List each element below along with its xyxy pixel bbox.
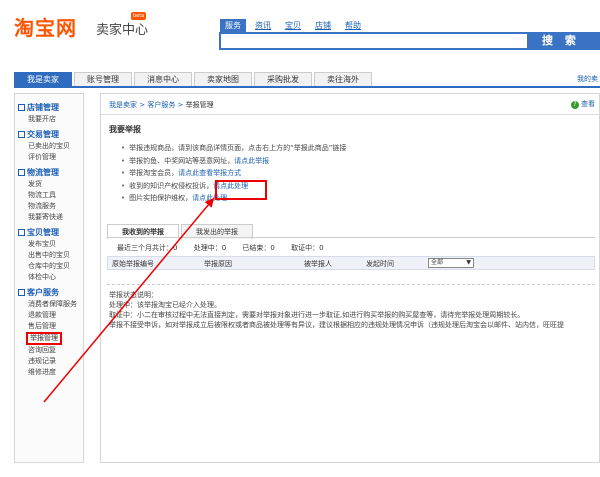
taobao-logo[interactable]: 淘宝网 [14,12,77,41]
help-link[interactable]: ? 查看 [571,99,595,109]
report-stats: 最近三个月共计：0 处理中：0 已结束：0 取证中：0 [117,243,338,253]
bullet-member: 举报淘宝会员，请点此查看举报方式 [121,167,346,180]
table-header: 原始举报编号 举报原因 被举报人 发起时间 全部 ▼ [107,256,595,270]
search-input[interactable] [219,32,529,50]
sidebar-item-reviews[interactable]: 评价管理 [18,152,83,163]
divider [107,284,595,285]
nav-seller-map[interactable]: 卖家地图 [194,72,252,86]
sidebar-item-repair[interactable]: 维修进度 [18,367,83,378]
help-icon: ? [571,101,579,109]
bullet-item-report: 举报违规商品，请到该商品详情页面，点击右上方的“举报此商品”链接 [121,142,346,155]
search-tab-news[interactable]: 资讯 [250,19,276,32]
group-label: 物流管理 [27,168,59,177]
sidebar-item-publish[interactable]: 发布宝贝 [18,239,83,250]
col-report-id: 原始举报编号 [112,260,154,268]
sidebar: 店铺管理 我要开店 交易管理 已卖出的宝贝 评价管理 物流管理 发货 物流工具 … [14,93,84,463]
sidebar-item-warehouse[interactable]: 仓库中的宝贝 [18,261,83,272]
collapse-icon [18,229,25,236]
report-phishing-link[interactable]: 请点此举报 [234,157,269,165]
sidebar-item-after-sale[interactable]: 售后管理 [18,321,83,332]
crumb-current: 举报管理 [185,101,214,109]
nav-wholesale[interactable]: 采购批发 [254,72,312,86]
stat-finished: 已结束：0 [242,244,275,252]
stat-processing: 处理中：0 [193,244,227,252]
sidebar-group-items[interactable]: 宝贝管理 [18,227,83,239]
group-label: 交易管理 [27,130,59,139]
note-processing: 处理中：该举报淘宝已经介入处理。 [109,301,221,309]
sidebar-group-shop[interactable]: 店铺管理 [18,102,83,114]
bullet-phishing: 举报钓鱼、中奖网站等恶意网址，请点此举报 [121,155,346,168]
sidebar-item-sold[interactable]: 已卖出的宝贝 [18,141,83,152]
col-reason: 举报原因 [204,260,232,268]
sidebar-item-report-management[interactable]: 举报管理 [26,332,62,345]
collapse-icon [18,131,25,138]
search-tab-item[interactable]: 宝贝 [280,19,306,32]
sidebar-item-open-shop[interactable]: 我要开店 [18,114,83,125]
help-label: 查看 [581,100,595,108]
stat-total: 最近三个月共计：0 [117,244,178,252]
sidebar-item-logistics-tools[interactable]: 物流工具 [18,190,83,201]
collapse-icon [18,169,25,176]
sidebar-group-trade[interactable]: 交易管理 [18,129,83,141]
sidebar-item-consult[interactable]: 咨询回复 [18,345,83,356]
sidebar-group-logistics[interactable]: 物流管理 [18,167,83,179]
crumb-service[interactable]: 客户服务 [147,101,175,109]
filter-value: 全部 [431,259,444,266]
collapse-icon [18,289,25,296]
bullet-text: 举报钓鱼、中奖网站等恶意网址， [129,156,235,165]
sidebar-item-express[interactable]: 我要寄快递 [18,212,83,223]
breadcrumb: 我是卖家 > 客户服务 > 举报管理 [109,101,214,109]
header: 淘宝网 卖家中心 beta 服务 资讯 宝贝 店铺 帮助 搜 索 [0,0,600,68]
note-appeal: 举报不接受申诉，如对举报成立后被限权或者商品被处理等有异议，建议根据相应的违规处… [109,321,564,329]
seller-center-title: 卖家中心 [96,23,149,38]
main-nav: 我是卖家 账号管理 消息中心 卖家地图 采购批发 卖往海外 我的卖 [14,72,600,88]
sidebar-item-ship[interactable]: 发货 [18,179,83,190]
note-title: 举报状态说明： [109,291,158,299]
highlight-box [215,180,267,200]
crumb-seller[interactable]: 我是卖家 [109,101,137,109]
sidebar-item-refunds[interactable]: 退款管理 [18,310,83,321]
bullet-text: 举报淘宝会员， [129,169,179,177]
beta-badge: beta [131,12,147,20]
bullet-text: 收到的知识产权侵权投诉， [129,181,214,190]
stat-evidence: 取证中：0 [291,244,324,252]
sidebar-item-on-sale[interactable]: 出售中的宝贝 [18,250,83,261]
bullet-text: 举报违规商品，请到该商品详情页面，点击右上方的“举报此商品”链接 [129,144,347,152]
col-reported: 被举报人 [304,260,332,268]
collapse-icon [18,104,25,111]
group-label: 店铺管理 [27,103,59,112]
sidebar-item-checkup[interactable]: 体检中心 [18,272,83,283]
search-tabs: 服务 资讯 宝贝 店铺 帮助 [220,19,366,32]
divider [101,114,599,115]
sidebar-group-service[interactable]: 客户服务 [18,287,83,299]
search-tab-help[interactable]: 帮助 [340,19,366,32]
dropdown-arrow-icon: ▼ [466,259,471,266]
report-member-link[interactable]: 请点此查看举报方式 [178,169,241,177]
sidebar-item-protection[interactable]: 消费者保障服务 [18,299,83,310]
divider [107,237,595,238]
nav-account[interactable]: 账号管理 [74,72,132,86]
section-title: 我要举报 [109,125,141,134]
main-panel: 我是卖家 > 客户服务 > 举报管理 ?查看 我要举报 举报违规商品，请到该商品… [100,93,600,463]
group-label: 宝贝管理 [27,228,59,237]
bullet-text: 图片实拍保护维权， [129,194,193,202]
search-tab-shop[interactable]: 店铺 [310,19,336,32]
nav-my-account[interactable]: 我的卖 [577,74,598,84]
search-tab-service[interactable]: 服务 [220,19,246,32]
group-label: 客户服务 [27,288,59,297]
sidebar-item-violations[interactable]: 违规记录 [18,356,83,367]
note-evidence: 取证中：小二在审核过程中无法直接判定，需要对举报对象进行进一步取证,如进行购买举… [109,311,525,319]
nav-overseas[interactable]: 卖往海外 [314,72,372,86]
sidebar-item-logistics-service[interactable]: 物流服务 [18,201,83,212]
status-notes: 举报状态说明： 处理中：该举报淘宝已经介入处理。 取证中：小二在审核过程中无法直… [109,290,564,330]
col-time: 发起时间 [366,260,394,268]
status-filter-select[interactable]: 全部 ▼ [428,258,474,268]
search-button[interactable]: 搜 索 [528,32,600,50]
nav-messages[interactable]: 消息中心 [134,72,192,86]
nav-seller[interactable]: 我是卖家 [14,72,72,86]
